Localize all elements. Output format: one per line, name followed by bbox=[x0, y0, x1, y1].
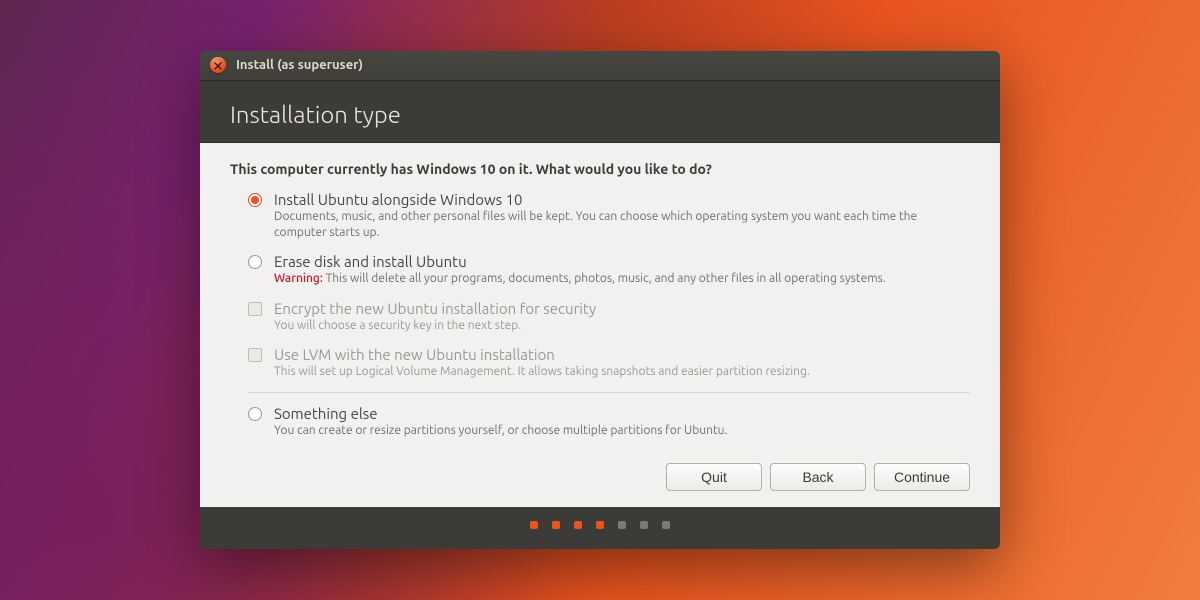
divider bbox=[248, 392, 970, 393]
option-something-else[interactable]: Something else You can create or resize … bbox=[248, 405, 970, 439]
progress-dot bbox=[640, 521, 648, 529]
progress-dot bbox=[596, 521, 604, 529]
option-desc: You will choose a security key in the ne… bbox=[274, 318, 970, 334]
prompt-text: This computer currently has Windows 10 o… bbox=[230, 161, 970, 177]
option-install-alongside[interactable]: Install Ubuntu alongside Windows 10 Docu… bbox=[248, 191, 970, 241]
options-group: Install Ubuntu alongside Windows 10 Docu… bbox=[248, 191, 970, 439]
checkbox-lvm bbox=[248, 348, 262, 362]
option-title: Something else bbox=[274, 405, 970, 422]
close-icon bbox=[214, 56, 222, 74]
option-title: Erase disk and install Ubuntu bbox=[274, 253, 970, 270]
progress-dot bbox=[552, 521, 560, 529]
option-erase-disk[interactable]: Erase disk and install Ubuntu Warning: T… bbox=[248, 253, 970, 287]
warning-label: Warning: bbox=[274, 272, 323, 285]
button-row: Quit Back Continue bbox=[230, 463, 970, 491]
close-button[interactable] bbox=[210, 57, 226, 73]
progress-dot bbox=[618, 521, 626, 529]
option-encrypt: Encrypt the new Ubuntu installation for … bbox=[248, 300, 970, 334]
back-button[interactable]: Back bbox=[770, 463, 866, 491]
radio-something-else[interactable] bbox=[248, 407, 262, 421]
radio-erase-disk[interactable] bbox=[248, 255, 262, 269]
heading-area: Installation type bbox=[200, 81, 1000, 142]
continue-button[interactable]: Continue bbox=[874, 463, 970, 491]
option-desc: You can create or resize partitions your… bbox=[274, 423, 970, 439]
titlebar: Install (as superuser) bbox=[200, 51, 1000, 81]
progress-dot bbox=[574, 521, 582, 529]
option-desc: This will set up Logical Volume Manageme… bbox=[274, 364, 970, 380]
option-title: Encrypt the new Ubuntu installation for … bbox=[274, 300, 970, 317]
option-desc: Warning: This will delete all your progr… bbox=[274, 271, 970, 287]
option-desc: Documents, music, and other personal fil… bbox=[274, 209, 970, 241]
progress-dot bbox=[662, 521, 670, 529]
option-title: Install Ubuntu alongside Windows 10 bbox=[274, 191, 970, 208]
option-lvm: Use LVM with the new Ubuntu installation… bbox=[248, 346, 970, 380]
window-title: Install (as superuser) bbox=[236, 58, 363, 72]
progress-dots bbox=[200, 507, 1000, 549]
installer-window: Install (as superuser) Installation type… bbox=[200, 51, 1000, 549]
checkbox-encrypt bbox=[248, 302, 262, 316]
warning-text: This will delete all your programs, docu… bbox=[326, 272, 886, 285]
option-title: Use LVM with the new Ubuntu installation bbox=[274, 346, 970, 363]
radio-install-alongside[interactable] bbox=[248, 193, 262, 207]
progress-dot bbox=[530, 521, 538, 529]
quit-button[interactable]: Quit bbox=[666, 463, 762, 491]
page-title: Installation type bbox=[230, 101, 970, 128]
content-panel: This computer currently has Windows 10 o… bbox=[200, 142, 1000, 507]
